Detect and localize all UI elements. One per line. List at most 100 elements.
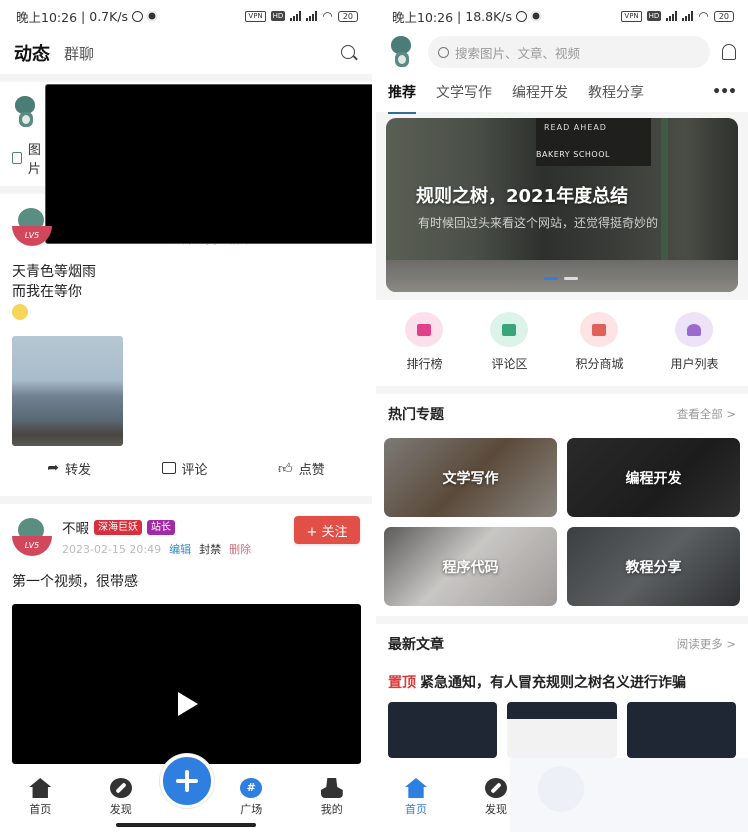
compass-icon [109,778,132,798]
home-icon [29,778,52,798]
comment-button[interactable]: 评论 [161,459,208,478]
gear-icon [147,11,158,21]
wifi-icon: ◠ [322,9,333,23]
post-image[interactable] [12,336,123,446]
quick-comments[interactable]: 评论区 [490,312,529,372]
quick-users[interactable]: 用户列表 [670,312,718,372]
user-icon [675,312,714,347]
right-screen: 晚上10:26 | 18.8K/s VPN HD ◠ 20 搜索图片、文章、视频… [376,0,748,832]
nav-square[interactable]: # 广场 [221,778,281,817]
bell-icon[interactable] [722,44,736,60]
share-button[interactable]: ➦ 转发 [47,459,91,478]
post-content: 第一个视频，很带感 [12,574,138,590]
avatar[interactable] [12,94,40,130]
quick-store[interactable]: 积分商城 [575,312,623,372]
header: 动态 群聊 [0,32,372,74]
comment-icon [161,462,176,474]
hd-icon: HD [270,11,286,21]
status-time: 晚上10:26 [16,9,78,25]
delete-link[interactable]: 删除 [229,541,251,557]
banner-subtitle: 有时候回过头来看这个网站，还觉得挺奇妙的 [418,216,659,230]
battery-icon: 20 [713,10,734,22]
post-date: 2023-02-15 20:49 [62,542,162,556]
tab-tutorials[interactable]: 教程分享 [588,82,644,102]
section-title: 最新文章 [388,637,444,653]
edit-link[interactable]: 编辑 [169,541,191,557]
article-thumbnails [376,692,748,758]
nav-me[interactable]: 我的 [302,778,362,817]
post-avatar[interactable]: LV5 [12,206,52,250]
carousel-dot[interactable] [544,277,558,280]
alarm-icon [516,10,528,22]
signal-icon [290,11,302,21]
post: LV5 不暇 深海巨妖 站长 2023-02-15 20:49 编辑 封禁 删除… [0,504,372,770]
topic-card[interactable]: 文学写作 [384,438,557,517]
left-screen: 晚上10:26 | 0.7K/s VPN HD ◠ 20 动态 群聊 分享你的想… [0,0,372,832]
banner-title: 规则之树，2021年度总结 [416,186,629,207]
tab-literature[interactable]: 文学写作 [436,82,492,102]
alarm-icon [132,10,144,22]
section-title: 热门专题 [388,407,444,423]
search-icon[interactable] [340,44,358,62]
faded-overlay [510,758,748,832]
hot-topics: 文学写作 编程开发 程序代码 教程分享 [376,434,748,616]
create-post-button[interactable] [160,754,214,808]
quick-leaderboard[interactable]: 排行榜 [405,312,444,372]
like-button[interactable]: 👍︎ 点赞 [278,459,325,478]
status-bar: 晚上10:26 | 0.7K/s VPN HD ◠ 20 [0,0,372,32]
status-speed: 0.7K/s [89,8,129,24]
topic-card[interactable]: 编程开发 [567,438,740,517]
banner-sign: BAKERY SCHOOL [536,150,610,159]
topic-card[interactable]: 程序代码 [384,527,557,606]
tab-programming[interactable]: 编程开发 [512,82,568,102]
avatar[interactable] [388,34,416,70]
ban-link[interactable]: 封禁 [199,541,221,557]
topic-card[interactable]: 教程分享 [567,527,740,606]
banner-carousel[interactable]: READ AHEAD BAKERY SCHOOL 规则之树，2021年度总结 有… [386,118,738,292]
pinned-article[interactable]: 置顶 紧急通知，有人冒充规则之树名义进行诈骗 [376,664,748,692]
composer-image-button[interactable]: 图片 [12,139,45,177]
nav-home[interactable]: 首页 [386,778,446,817]
latest-articles-header: 最新文章 阅读更多 > [376,624,748,664]
post-author[interactable]: 不暇 [62,517,89,537]
nav-discover[interactable]: 发现 [91,778,151,817]
category-tabs: 推荐 文学写作 编程开发 教程分享 ••• [376,72,748,114]
search-input[interactable]: 搜索图片、文章、视频 [428,36,710,68]
tab-group-chat[interactable]: 群聊 [64,43,94,64]
article-thumbnail[interactable] [626,702,736,758]
status-bar: 晚上10:26 | 18.8K/s VPN HD ◠ 20 [376,0,748,32]
video-icon [45,84,372,244]
tab-recommended[interactable]: 推荐 [388,82,416,114]
tab-feed[interactable]: 动态 [14,40,50,66]
pinned-badge: 置顶 [388,675,416,691]
header: 搜索图片、文章、视频 [376,32,748,72]
article-title: 紧急通知，有人冒充规则之树名义进行诈骗 [420,675,686,691]
post-avatar[interactable]: LV5 [12,516,52,560]
view-all-link[interactable]: 查看全部 > [677,406,736,422]
comment-icon [490,312,529,347]
signal-icon [666,11,678,21]
signal-icon [306,11,318,21]
more-icon[interactable]: ••• [712,84,737,100]
compass-icon [485,778,507,798]
follow-button[interactable]: + 关注 [294,516,360,544]
nav-home[interactable]: 首页 [10,778,70,817]
smile-emoji-icon [12,304,28,320]
crown-icon [405,312,444,347]
article-thumbnail[interactable] [507,702,617,758]
home-icon [405,778,427,798]
signal-icon [682,11,694,21]
home-indicator[interactable] [116,823,256,827]
store-icon [580,312,619,347]
banner-sign: READ AHEAD [544,123,607,132]
search-icon [438,46,449,58]
read-more-link[interactable]: 阅读更多 > [677,636,736,652]
article-thumbnail[interactable] [388,702,498,758]
video-player[interactable] [12,604,361,764]
hd-icon: HD [646,11,662,21]
carousel-dot[interactable] [564,277,578,280]
status-time: 晚上10:26 [392,9,454,25]
battery-icon: 20 [337,10,358,22]
play-icon[interactable] [178,692,198,716]
composer-video-button[interactable]: 视频 [45,72,372,244]
